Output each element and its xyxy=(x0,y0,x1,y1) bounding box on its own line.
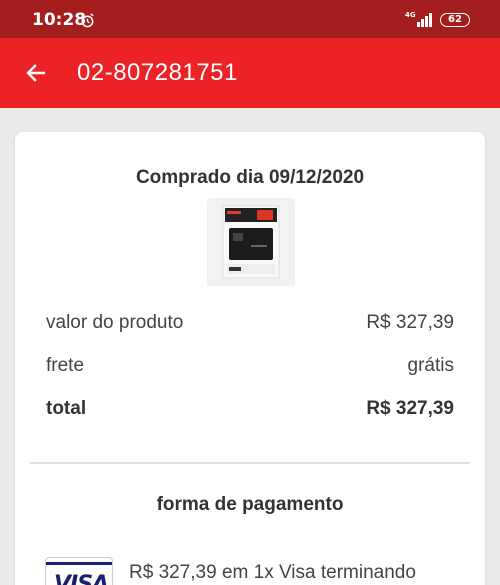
visa-card-icon: VISA xyxy=(45,557,113,585)
payment-method-title: forma de pagamento xyxy=(156,494,344,515)
shipping-label: frete xyxy=(46,355,85,376)
battery-icon: 62 xyxy=(440,13,470,27)
visa-stripe xyxy=(46,562,112,565)
status-bar: 10:28 4G 62 xyxy=(0,0,500,38)
purchase-date: Comprado dia 09/12/2020 xyxy=(135,167,365,188)
signal-strength-icon xyxy=(417,13,432,27)
product-value: R$ 327,39 xyxy=(366,312,454,333)
card-brand-label: VISA xyxy=(54,572,109,585)
alarm-clock-icon xyxy=(81,13,94,28)
app-bar: 02-807281751 xyxy=(0,38,500,108)
page-title: 02-807281751 xyxy=(77,59,238,86)
back-arrow-icon[interactable] xyxy=(24,61,48,85)
shipping-row: frete grátis xyxy=(46,355,454,377)
ssd-product-image xyxy=(222,205,280,279)
shipping-value: grátis xyxy=(407,355,454,376)
order-details-card: Comprado dia 09/12/2020 valor do produto… xyxy=(15,132,485,585)
status-time: 10:28 xyxy=(32,10,87,30)
divider xyxy=(30,462,470,464)
total-row: total R$ 327,39 xyxy=(46,398,454,420)
payment-description: R$ 327,39 em 1x Visa terminando xyxy=(129,562,416,583)
total-value: R$ 327,39 xyxy=(366,398,454,419)
product-image xyxy=(207,198,295,286)
product-value-label: valor do produto xyxy=(46,312,184,333)
product-value-row: valor do produto R$ 327,39 xyxy=(46,312,454,334)
total-label: total xyxy=(46,398,87,419)
